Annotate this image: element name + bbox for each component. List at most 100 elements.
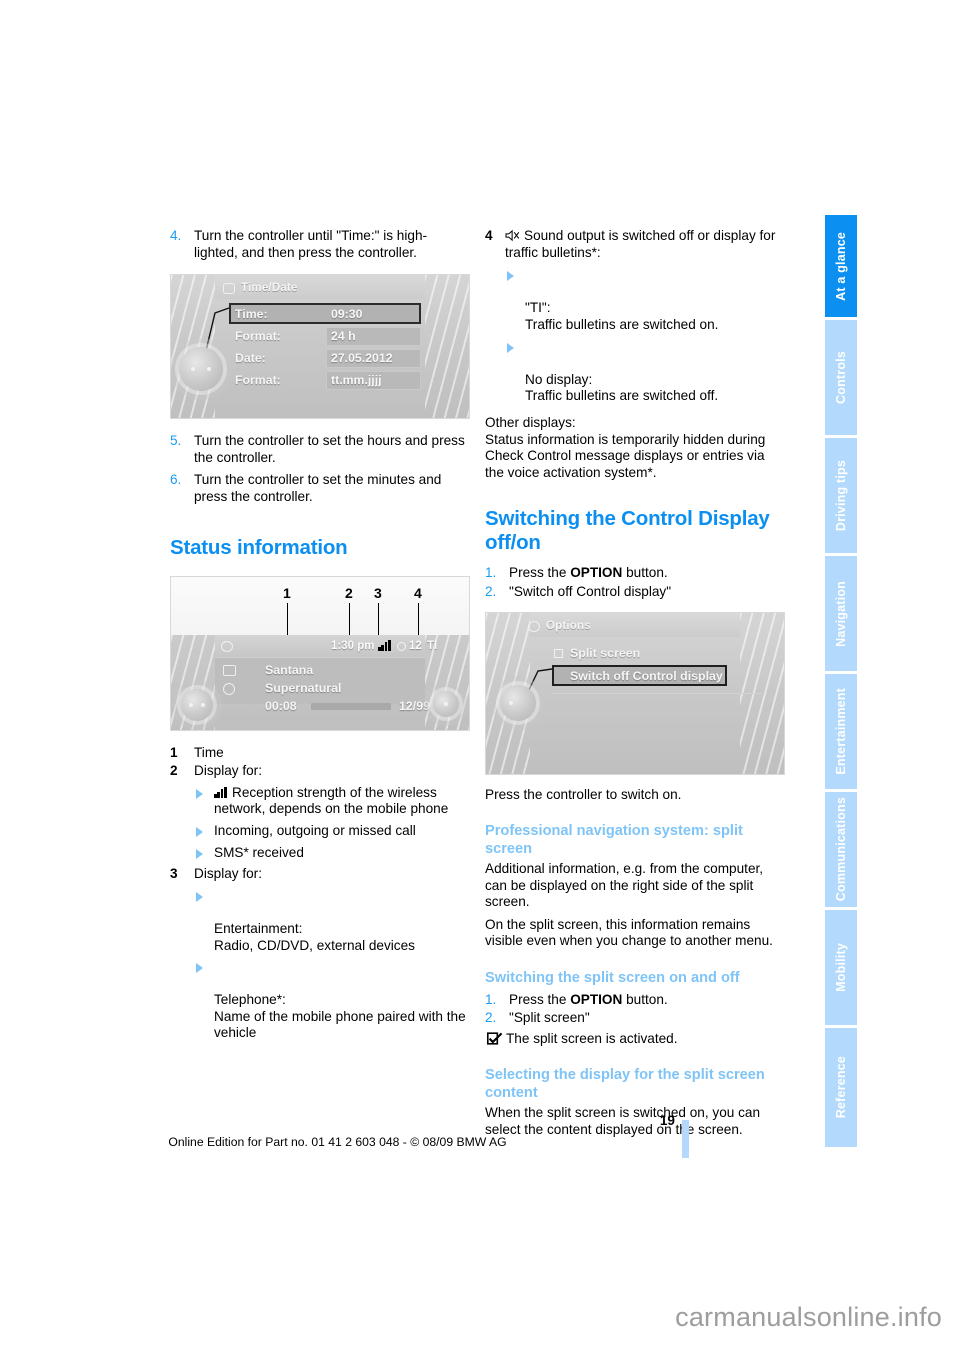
- sidebar-tab-navigation[interactable]: Navigation: [825, 556, 857, 674]
- sidebar-tab-label: Mobility: [834, 943, 848, 992]
- other-displays-body: Status information is temporarily hidden…: [485, 431, 766, 480]
- profnav-paragraph-1: Additional information, e.g. from the co…: [485, 861, 764, 910]
- option-button-label: OPTION: [570, 565, 623, 581]
- bullet-text: No display: Traffic bulletins are switch…: [525, 371, 719, 404]
- callout-number: 2: [345, 584, 353, 601]
- page-edge-marker: [682, 1120, 689, 1158]
- callout-area: [171, 576, 469, 635]
- bullet-text: SMS* received: [214, 844, 304, 860]
- legend-item: 2 Display for:: [170, 763, 470, 780]
- legend-number: 4: [485, 228, 493, 243]
- step-text-post: button.: [622, 565, 668, 581]
- step-number: 1.: [485, 565, 497, 581]
- triangle-bullet-icon: [196, 848, 203, 859]
- legend-sublist: Reception strength of the wireless netwo…: [194, 785, 470, 861]
- legend-sublist: Entertainment: Radio, CD/DVD, external d…: [194, 888, 470, 1042]
- press-controller-note: Press the controller to switch on.: [485, 786, 682, 802]
- legend-item-4: 4 Sound output is switched off or displa…: [485, 228, 785, 261]
- step-number: 2.: [485, 583, 497, 599]
- page-number: 19: [659, 1113, 675, 1128]
- step-item: 6. Turn the controller to set the minute…: [170, 472, 470, 505]
- section-heading-status-information: Status information: [170, 535, 348, 559]
- site-watermark: carmanualsonline.info: [675, 1302, 942, 1332]
- step-number: 6.: [170, 472, 182, 488]
- triangle-bullet-icon: [507, 271, 514, 282]
- step-list-switch-off: 1. Press the OPTION button. 2. "Switch o…: [485, 565, 785, 600]
- elapsed-time: 00:08: [265, 698, 297, 713]
- triangle-bullet-icon: [196, 963, 203, 974]
- step-number: 2.: [485, 1010, 497, 1026]
- bullet-item: Telephone*: Name of the mobile phone pai…: [194, 959, 470, 1042]
- step-item: 4. Turn the controller until "Time:" is …: [170, 228, 470, 261]
- step-list-split-screen: 1. Press the OPTION button. 2. "Split sc…: [485, 992, 785, 1027]
- legend-text: Display for:: [194, 763, 262, 779]
- status-ti-indicator: TI: [427, 639, 438, 652]
- signal-bars-icon: [214, 786, 230, 798]
- sidebar-tab-reference[interactable]: Reference: [825, 1028, 857, 1147]
- sidebar-tab-label: Controls: [834, 351, 848, 404]
- callout-number: 4: [414, 584, 422, 601]
- callout-leader: [287, 602, 288, 635]
- legend-item: 3 Display for:: [170, 866, 470, 883]
- sidebar-tab-label: Navigation: [834, 580, 848, 647]
- step-number: 1.: [485, 991, 497, 1007]
- sidebar-tab-label: Reference: [834, 1056, 848, 1119]
- legend-number: 3: [170, 866, 178, 882]
- phone-status-icon: [397, 641, 406, 651]
- legend-text: Time: [194, 744, 224, 760]
- traffic-bulletin-bullets: "TI": Traffic bulletins are switched on.…: [505, 267, 785, 405]
- entertainment-icon: [221, 640, 233, 652]
- legend-number: 1: [170, 744, 178, 760]
- triangle-bullet-icon: [196, 826, 203, 837]
- bullet-text: "TI": Traffic bulletins are switched on.: [525, 300, 719, 332]
- step-text-pre: Press the: [509, 991, 571, 1007]
- sidebar-tab-label: At a glance: [834, 231, 848, 301]
- footer-copyright: Online Edition for Part no. 01 41 2 603 …: [168, 1135, 507, 1149]
- step-text: Turn the controller to set the hours and…: [194, 433, 465, 465]
- controller-knob[interactable]: [500, 684, 536, 721]
- step-text-pre: Press the: [509, 565, 571, 581]
- step-list-time-setting: 4. Turn the controller until "Time:" is …: [170, 228, 470, 261]
- sidebar-tab-entertainment[interactable]: Entertainment: [825, 674, 857, 792]
- bullet-text: Entertainment: Radio, CD/DVD, external d…: [214, 920, 415, 953]
- sidebar-tab-label: Communications: [834, 797, 848, 902]
- profnav-paragraph-2: On the split screen, this information re…: [485, 916, 773, 949]
- step-item: 5. Turn the controller to set the hours …: [170, 433, 470, 466]
- result-text: The split screen is activated.: [506, 1030, 678, 1046]
- manual-page: At a glance Controls Driving tips Naviga…: [0, 0, 960, 1358]
- bullet-item: Incoming, outgoing or missed call: [194, 823, 470, 840]
- controller-knob[interactable]: [181, 688, 213, 721]
- legend-text: Display for:: [194, 866, 262, 882]
- bullet-text: Reception strength of the wireless netwo…: [214, 784, 449, 817]
- sidebar-tab-label: Driving tips: [834, 459, 848, 532]
- subheading-selecting-split-screen-content: Selecting the display for the split scre…: [485, 1067, 765, 1101]
- bullet-item: Reception strength of the wireless netwo…: [194, 785, 470, 818]
- bullet-item: No display: Traffic bulletins are switch…: [505, 339, 785, 405]
- bullet-item: SMS* received: [194, 845, 470, 862]
- legend-text: Sound output is switched off or display …: [505, 228, 776, 260]
- sidebar-tab-communications[interactable]: Communications: [825, 792, 857, 910]
- secondary-knob[interactable]: [433, 690, 459, 717]
- legend-number: 2: [170, 763, 178, 779]
- step-text-post: button.: [622, 991, 668, 1007]
- controller-knob[interactable]: [179, 347, 223, 392]
- callout-leader: [378, 602, 379, 635]
- bullet-text: Incoming, outgoing or missed call: [214, 822, 416, 838]
- option-button-label: OPTION: [570, 991, 623, 1007]
- step-text: Turn the controller until "Time:" is hig…: [194, 228, 428, 260]
- speaker-mute-icon: [505, 229, 520, 242]
- artist-icon: [223, 664, 236, 676]
- progress-bar: [311, 702, 391, 710]
- callout-number: 3: [374, 584, 382, 601]
- sidebar-tab-driving-tips[interactable]: Driving tips: [825, 438, 857, 556]
- sidebar-tab-at-a-glance[interactable]: At a glance: [825, 215, 857, 320]
- sidebar-tab-controls[interactable]: Controls: [825, 320, 857, 438]
- status-legend-list: 1 Time 2 Display for: Reception strength…: [170, 745, 470, 1043]
- step-item: 1. Press the OPTION button.: [485, 992, 785, 1009]
- figure-time-date: Time/Date Time: 09:30 Format: 24 h Date:…: [170, 274, 470, 420]
- step-text: "Split screen": [509, 1010, 590, 1026]
- sidebar-tab-mobility[interactable]: Mobility: [825, 910, 857, 1028]
- step-item: 2. "Switch off Control display": [485, 584, 785, 601]
- album-name: Supernatural: [265, 680, 342, 695]
- track-position: 12/99: [399, 698, 431, 713]
